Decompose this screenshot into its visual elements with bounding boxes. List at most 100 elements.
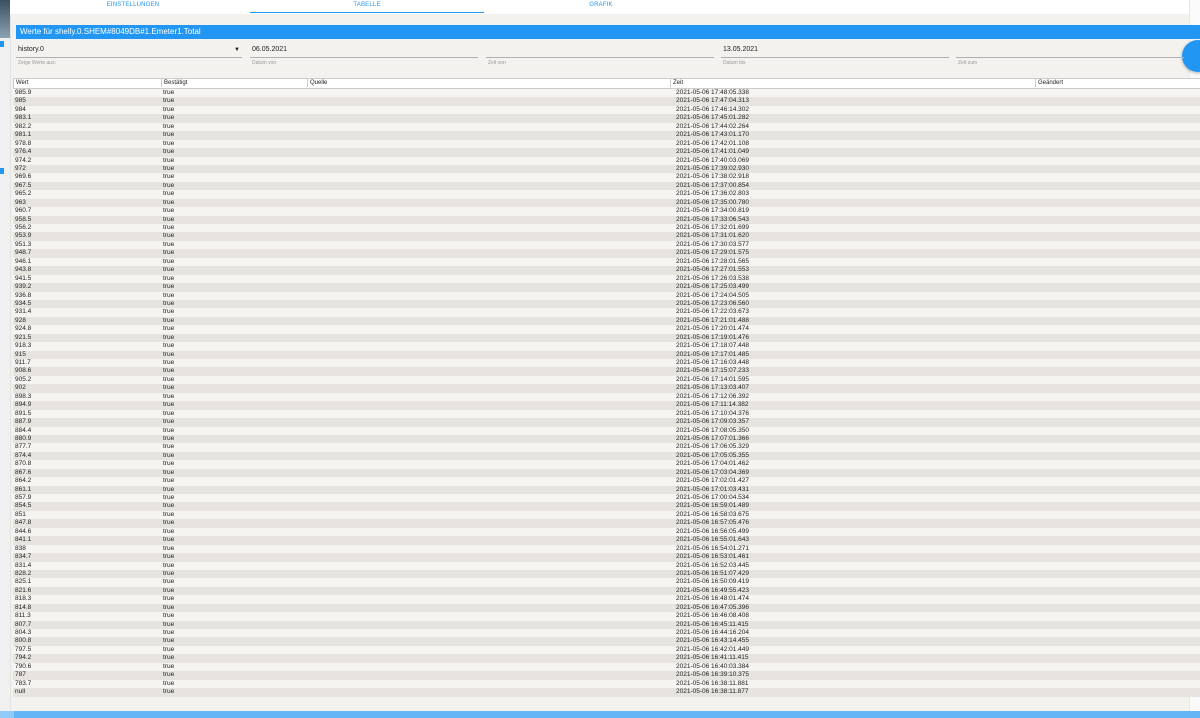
- date-to-field[interactable]: 13.05.2021 Datum bis: [721, 43, 949, 70]
- table-row[interactable]: 874.4 true 2021-05-06 17:05:05.355: [13, 451, 1200, 461]
- table-row[interactable]: 870.8 true 2021-05-06 17:04:01.462: [13, 460, 1200, 469]
- table-row[interactable]: 960.7 true 2021-05-06 17:34:00.819: [13, 207, 1200, 216]
- cell-bestaetigt: true: [163, 477, 175, 485]
- table-row[interactable]: 884.4 true 2021-05-06 17:08:05.350: [13, 426, 1200, 435]
- table-row[interactable]: 946.1 true 2021-05-06 17:28:01.565: [13, 257, 1200, 267]
- table-row[interactable]: 936.8 true 2021-05-06 17:24:04.505: [13, 291, 1200, 300]
- table-row[interactable]: 948.7 true 2021-05-06 17:29:01.575: [13, 249, 1200, 258]
- table-row[interactable]: 908.6 true 2021-05-06 17:15:07.233: [13, 367, 1200, 376]
- table-row[interactable]: 958.5 true 2021-05-06 17:33:06.543: [13, 215, 1200, 224]
- table-row[interactable]: 811.3 true 2021-05-06 16:46:08.408: [13, 612, 1200, 621]
- column-header-geaendert[interactable]: Geändert: [1035, 79, 1200, 87]
- cell-wert: 844.6: [15, 527, 32, 535]
- table-row[interactable]: 911.7 true 2021-05-06 17:16:03.448: [13, 359, 1200, 368]
- table-row[interactable]: 831.4 true 2021-05-06 16:52:03.445: [13, 561, 1200, 570]
- table-row[interactable]: 800.8 true 2021-05-06 16:43:14.455: [13, 637, 1200, 646]
- table-row[interactable]: 972 true 2021-05-06 17:39:02.930: [13, 164, 1200, 174]
- table-row[interactable]: 898.3 true 2021-05-06 17:12:06.392: [13, 392, 1200, 402]
- table-row[interactable]: 982.2 true 2021-05-06 17:44:02.264: [13, 122, 1200, 132]
- time-to-field[interactable]: Zeit zum: [956, 43, 1184, 70]
- table-row[interactable]: 902 true 2021-05-06 17:13:03.407: [13, 384, 1200, 393]
- table-row[interactable]: 864.2 true 2021-05-06 17:02:01.427: [13, 477, 1200, 486]
- table-row[interactable]: 965.2 true 2021-05-06 17:36:02.803: [13, 190, 1200, 199]
- table-row[interactable]: 794.2 true 2021-05-06 16:41:11.415: [13, 654, 1200, 663]
- cell-bestaetigt: true: [163, 553, 175, 561]
- table-row[interactable]: 838 true 2021-05-06 16:54:01.271: [13, 544, 1200, 554]
- table-row[interactable]: 905.2 true 2021-05-06 17:14:01.595: [13, 375, 1200, 385]
- table-row[interactable]: 956.2 true 2021-05-06 17:32:01.699: [13, 224, 1200, 233]
- table-row[interactable]: 974.2 true 2021-05-06 17:40:03.069: [13, 156, 1200, 165]
- reload-button[interactable]: [1182, 40, 1200, 72]
- table-row[interactable]: 851 true 2021-05-06 16:58:03.675: [13, 510, 1200, 520]
- table-row[interactable]: 834.7 true 2021-05-06 16:53:01.461: [13, 553, 1200, 562]
- table-row[interactable]: 918.3 true 2021-05-06 17:18:07.448: [13, 342, 1200, 351]
- table-row[interactable]: 984 true 2021-05-06 17:46:14.302: [13, 105, 1200, 115]
- table-row[interactable]: 880.9 true 2021-05-06 17:07:01.366: [13, 434, 1200, 444]
- table-row[interactable]: 981.1 true 2021-05-06 17:43:01.170: [13, 131, 1200, 140]
- table-row[interactable]: 985 true 2021-05-06 17:47:04.313: [13, 97, 1200, 106]
- table-row[interactable]: 985.9 true 2021-05-06 17:48:05.338: [13, 89, 1200, 98]
- sidebar-marker[interactable]: [0, 168, 4, 174]
- tab-grafik[interactable]: GRAFIK: [484, 0, 718, 12]
- table-row[interactable]: 976.4 true 2021-05-06 17:41:01.049: [13, 148, 1200, 157]
- table-row[interactable]: 891.5 true 2021-05-06 17:10:04.376: [13, 409, 1200, 419]
- table-row[interactable]: 841.1 true 2021-05-06 16:55:01.643: [13, 536, 1200, 545]
- table-row[interactable]: 928 true 2021-05-06 17:21:01.488: [13, 316, 1200, 326]
- table-row[interactable]: 844.6 true 2021-05-06 16:56:05.499: [13, 527, 1200, 537]
- table-row[interactable]: 969.6 true 2021-05-06 17:38:02.918: [13, 173, 1200, 182]
- table-row[interactable]: 924.8 true 2021-05-06 17:20:01.474: [13, 325, 1200, 334]
- time-from-field[interactable]: Zeit von: [486, 43, 714, 70]
- date-from-hint: Datum von: [252, 60, 277, 66]
- instance-value: history.0: [18, 46, 44, 53]
- table-row[interactable]: 939.2 true 2021-05-06 17:25:03.499: [13, 283, 1200, 292]
- table-row[interactable]: 953.9 true 2021-05-06 17:31:01.620: [13, 232, 1200, 241]
- table-row[interactable]: 857.9 true 2021-05-06 17:00:04.534: [13, 494, 1200, 503]
- table-row[interactable]: 887.9 true 2021-05-06 17:09:03.357: [13, 418, 1200, 427]
- instance-select[interactable]: history.0 ▼ Zeige Werte aus:: [16, 43, 242, 70]
- table-row[interactable]: 787 true 2021-05-06 16:39:10.375: [13, 671, 1200, 680]
- table-row[interactable]: 921.5 true 2021-05-06 17:19:01.476: [13, 333, 1200, 343]
- tab-einstellungen[interactable]: EINSTELLUNGEN: [16, 0, 250, 12]
- table-row[interactable]: 978.8 true 2021-05-06 17:42:01.108: [13, 139, 1200, 149]
- table-row[interactable]: 807.7 true 2021-05-06 16:45:11.415: [13, 620, 1200, 629]
- table-row[interactable]: 861.1 true 2021-05-06 17:01:03.431: [13, 485, 1200, 494]
- date-from-field[interactable]: 06.05.2021 Datum von: [250, 43, 478, 70]
- table-row[interactable]: 963 true 2021-05-06 17:35:00.780: [13, 198, 1200, 208]
- cell-bestaetigt: true: [163, 105, 175, 113]
- table-row[interactable]: 804.3 true 2021-05-06 16:44:16.204: [13, 629, 1200, 638]
- table-row[interactable]: 818.3 true 2021-05-06 16:48:01.474: [13, 595, 1200, 604]
- table-row[interactable]: 867.6 true 2021-05-06 17:03:04.369: [13, 468, 1200, 478]
- column-header-bestaetigt[interactable]: Bestätigt: [161, 79, 307, 87]
- table-row[interactable]: null true 2021-05-06 16:38:11.877: [13, 688, 1200, 697]
- table-row[interactable]: 983.1 true 2021-05-06 17:45:01.282: [13, 114, 1200, 123]
- dropdown-arrow-icon[interactable]: ▼: [234, 43, 240, 57]
- table-row[interactable]: 894.9 true 2021-05-06 17:11:14.382: [13, 401, 1200, 410]
- table-row[interactable]: 931.4 true 2021-05-06 17:22:03.673: [13, 308, 1200, 317]
- column-header-quelle[interactable]: Quelle: [307, 79, 670, 87]
- tab-tabelle[interactable]: TABELLE: [250, 0, 484, 13]
- table-row[interactable]: 821.6 true 2021-05-06 16:49:55.423: [13, 586, 1200, 596]
- table-row[interactable]: 934.5 true 2021-05-06 17:23:06.560: [13, 299, 1200, 309]
- cell-zeit: 2021-05-06 17:09:03.357: [676, 418, 750, 426]
- cell-bestaetigt: true: [163, 494, 175, 501]
- column-header-wert[interactable]: Wert: [14, 79, 161, 87]
- table-row[interactable]: 951.3 true 2021-05-06 17:30:03.577: [13, 240, 1200, 250]
- table-row[interactable]: 828.2 true 2021-05-06 16:51:07.429: [13, 569, 1200, 579]
- table-row[interactable]: 877.7 true 2021-05-06 17:06:05.329: [13, 443, 1200, 452]
- sidebar-marker[interactable]: [0, 41, 4, 47]
- table-row[interactable]: 783.7 true 2021-05-06 16:38:11.881: [13, 679, 1200, 689]
- table-row[interactable]: 847.8 true 2021-05-06 16:57:05.476: [13, 519, 1200, 528]
- table-row[interactable]: 854.5 true 2021-05-06 16:59:01.489: [13, 502, 1200, 511]
- table-row[interactable]: 790.6 true 2021-05-06 16:40:03.384: [13, 662, 1200, 672]
- column-header-zeit[interactable]: Zeit: [670, 79, 1035, 87]
- table-row[interactable]: 825.1 true 2021-05-06 16:50:09.419: [13, 578, 1200, 587]
- table-row[interactable]: 941.5 true 2021-05-06 17:26:03.538: [13, 274, 1200, 284]
- cell-zeit: 2021-05-06 17:41:01.049: [676, 148, 750, 156]
- table-row[interactable]: 967.5 true 2021-05-06 17:37:00.854: [13, 181, 1200, 191]
- cell-wert: 854.5: [15, 502, 32, 510]
- table-row[interactable]: 797.5 true 2021-05-06 16:42:01.449: [13, 645, 1200, 655]
- cell-wert: 821.6: [15, 586, 32, 594]
- table-row[interactable]: 915 true 2021-05-06 17:17:01.485: [13, 350, 1200, 359]
- table-row[interactable]: 814.8 true 2021-05-06 16:47:05.396: [13, 603, 1200, 613]
- table-row[interactable]: 943.8 true 2021-05-06 17:27:01.553: [13, 266, 1200, 275]
